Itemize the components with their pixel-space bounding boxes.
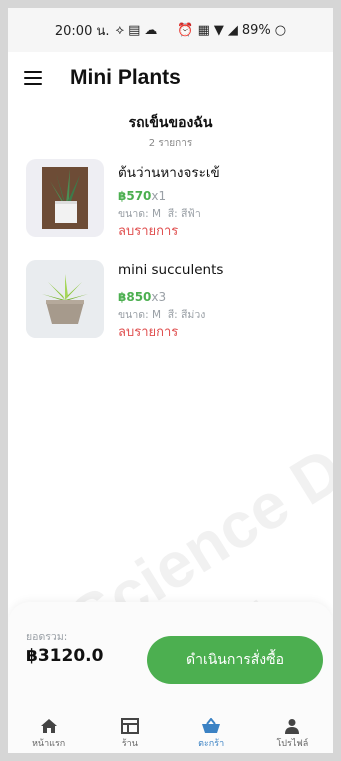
basket-icon	[201, 716, 221, 734]
product-price: ฿570x1	[118, 189, 166, 203]
color-label: สี: สีฟ้า	[167, 208, 201, 220]
size-label: ขนาด: M	[118, 309, 162, 321]
quantity: x1	[151, 189, 167, 203]
app-title: Mini Plants	[70, 66, 181, 89]
color-label: สี: สีม่วง	[167, 309, 206, 321]
nav-label: ตะกร้า	[198, 738, 225, 749]
store-icon	[120, 716, 139, 734]
product-price: ฿850x3	[118, 290, 166, 304]
nav-label: โปรไฟล์	[276, 738, 309, 749]
signal-icon: ◢	[227, 22, 238, 38]
product-image	[26, 159, 104, 237]
price-value: ฿570	[118, 189, 152, 203]
price-value: ฿850	[118, 290, 152, 304]
product-image	[26, 260, 104, 338]
checkout-button[interactable]: ดำเนินการสั่งซื้อ	[147, 636, 323, 684]
status-bar: 20:00 น. ⟡ ▤ ☁ ⏰ ▦ ▼ ◢ 89% ○	[8, 8, 333, 52]
cart-item: ต้นว่านหางจระเข้ ฿570x1 ขนาด: M สี: สีฟ้…	[26, 159, 326, 241]
nav-item-store[interactable]: ร้าน	[89, 712, 170, 753]
size-label: ขนาด: M	[118, 208, 162, 220]
calendar-icon: ▦	[197, 22, 210, 38]
menu-icon[interactable]	[24, 71, 42, 85]
wifi-icon: ▼	[213, 22, 224, 38]
total-label: ยอดรวม:	[26, 631, 68, 643]
nav-item-cart[interactable]: ตะกร้า	[171, 712, 252, 753]
location-icon: ⟡	[115, 22, 125, 38]
nav-item-home[interactable]: หน้าแรก	[8, 712, 89, 753]
cart-item: mini succulents ฿850x3 ขนาด: M สี: สีม่ว…	[26, 260, 326, 342]
nav-item-profile[interactable]: โปรไฟล์	[252, 712, 333, 753]
cart-title: รถเข็นของฉัน	[128, 115, 213, 131]
battery-percent: 89%	[241, 22, 271, 38]
status-time: 20:00 น.	[54, 23, 110, 39]
app-bar: Mini Plants	[8, 56, 333, 100]
total-value: ฿3120.0	[26, 646, 104, 666]
quantity: x3	[151, 290, 167, 304]
message-icon: ▤	[128, 22, 141, 38]
nav-label: หน้าแรก	[32, 738, 66, 749]
phone-screen: 20:00 น. ⟡ ▤ ☁ ⏰ ▦ ▼ ◢ 89% ○ Mini Plants…	[8, 8, 333, 753]
nav-label: ร้าน	[121, 738, 138, 749]
cloud-icon: ☁	[144, 22, 158, 38]
cart-item-count: 2 รายการ	[148, 138, 193, 149]
checkout-panel: ยอดรวม: ฿3120.0 ดำเนินการสั่งซื้อ	[8, 602, 333, 712]
product-name: ต้นว่านหางจระเข้	[118, 165, 220, 181]
battery-icon: ○	[274, 22, 287, 38]
profile-icon	[284, 716, 300, 734]
home-icon	[40, 716, 58, 734]
remove-item-button[interactable]: ลบรายการ	[118, 220, 178, 241]
bottom-nav: หน้าแรก ร้าน ตะกร้า โปรไฟล์	[8, 712, 333, 753]
remove-item-button[interactable]: ลบรายการ	[118, 321, 178, 342]
product-name: mini succulents	[118, 262, 224, 278]
alarm-icon: ⏰	[177, 22, 194, 38]
cart-header: รถเข็นของฉัน 2 รายการ	[8, 112, 333, 151]
